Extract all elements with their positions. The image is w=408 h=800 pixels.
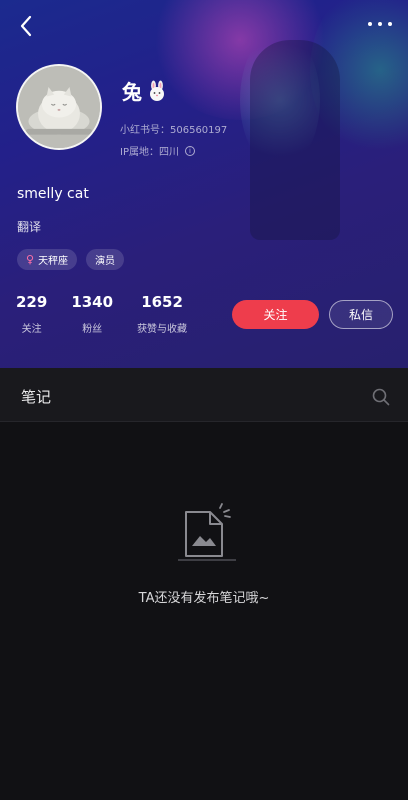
ip-value: 四川 (158, 147, 179, 158)
red-id: 小红书号：506560197 (120, 121, 227, 136)
nickname: 兔 (122, 80, 142, 104)
back-button[interactable] (14, 12, 38, 40)
info-icon[interactable]: i (184, 145, 195, 156)
empty-notes-state: TA还没有发布笔记哦~ (0, 422, 408, 800)
tag-label: 天秤座 (38, 256, 69, 267)
empty-notes-text: TA还没有发布笔记哦~ (138, 591, 270, 606)
ip-label: IP属地： (120, 147, 159, 158)
tab-notes[interactable]: 笔记 (21, 386, 51, 407)
tags: ♀ 天秤座 演员 (17, 249, 133, 270)
rabbit-face-icon (150, 80, 164, 101)
tag-label: 演员 (95, 256, 116, 267)
stat-label: 粉丝 (82, 324, 103, 335)
more-dots-icon (378, 22, 382, 26)
stat-label: 获赞与收藏 (137, 324, 188, 335)
stats: 229 关注 1340 粉丝 1652 获赞与收藏 (16, 293, 211, 335)
header-background-silhouette (250, 40, 340, 240)
tag-zodiac: ♀ 天秤座 (17, 249, 78, 270)
stat-followers[interactable]: 1340 粉丝 (71, 293, 113, 335)
username: smelly cat (17, 186, 89, 202)
bio: 翻译 (17, 220, 42, 234)
female-icon: ♀ (26, 253, 35, 266)
more-button[interactable] (368, 16, 392, 32)
stat-label: 关注 (21, 324, 42, 335)
notes-tab-bar: 笔记 (0, 368, 408, 422)
follow-button[interactable]: 关注 (232, 300, 319, 329)
stat-likes-collections[interactable]: 1652 获赞与收藏 (137, 293, 187, 335)
profile-header: 兔 小红书号：506560197 IP属地： 四川 i smelly cat 翻译… (0, 0, 408, 368)
ip-location: IP属地： 四川 i (120, 143, 195, 158)
red-id-label: 小红书号： (120, 125, 170, 136)
stat-value: 1340 (71, 293, 114, 311)
more-dots-icon (388, 22, 392, 26)
stat-following[interactable]: 229 关注 (16, 293, 47, 335)
stat-value: 1652 (141, 293, 183, 311)
red-id-value: 506560197 (170, 125, 228, 136)
search-icon[interactable] (372, 388, 390, 406)
message-button[interactable]: 私信 (329, 300, 393, 329)
empty-document-icon (178, 503, 236, 561)
nickname-row: 兔 (122, 76, 168, 105)
more-dots-icon (368, 22, 372, 26)
tag-occupation: 演员 (86, 249, 125, 270)
stat-value: 229 (16, 293, 48, 311)
avatar[interactable] (16, 64, 102, 150)
chevron-left-icon (20, 15, 32, 37)
avatar-cat-image (18, 66, 100, 148)
